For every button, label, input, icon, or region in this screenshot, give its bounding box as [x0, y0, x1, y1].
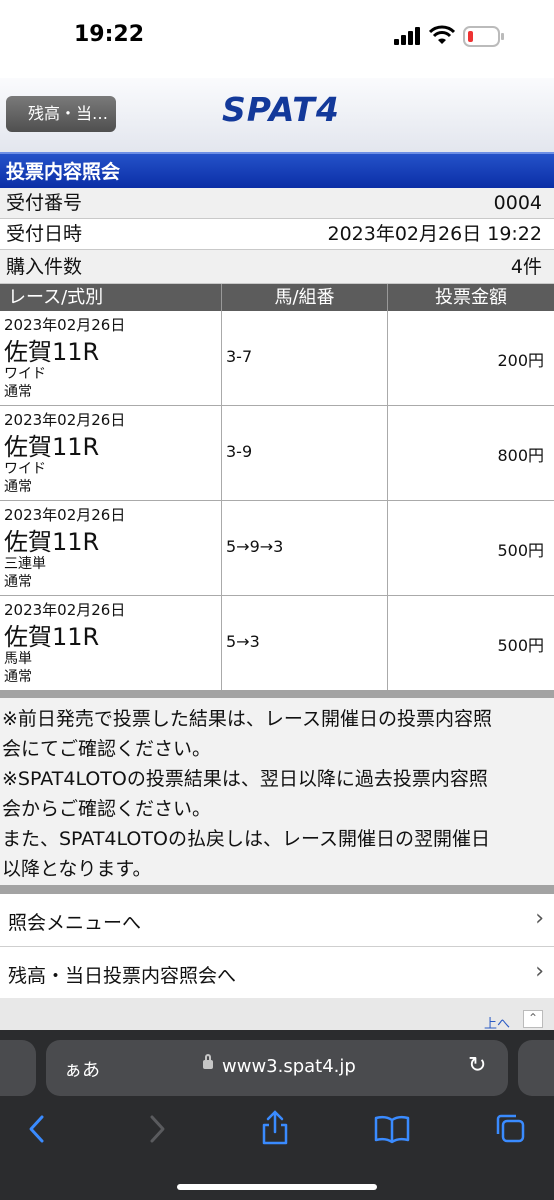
menu-label: 照会メニューへ — [8, 912, 142, 934]
combo-cell: 3-9 — [222, 406, 388, 500]
race-name: 佐賀11R — [4, 623, 100, 651]
url-text[interactable]: www3.spat4.jp — [222, 1056, 356, 1077]
race-name: 佐賀11R — [4, 338, 100, 366]
status-time: 19:22 — [74, 22, 145, 47]
bookmarks-icon[interactable] — [374, 1114, 410, 1144]
info-value: 0004 — [493, 192, 542, 214]
combo-cell: 5→9→3 — [222, 501, 388, 595]
race-cell: 2023年02月26日 佐賀11R 三連単 通常 — [0, 501, 222, 595]
menu-inquiry[interactable]: 照会メニューへ › — [0, 894, 554, 947]
combo-cell: 5→3 — [222, 596, 388, 690]
race-name: 佐賀11R — [4, 433, 100, 461]
amount-cell: 500円 — [388, 596, 554, 690]
table-header-amount: 投票金額 — [388, 284, 554, 311]
note-line: 会にてご確認ください。 — [2, 738, 212, 760]
page-title: 投票内容照会 — [0, 152, 554, 188]
table-header-combo: 馬/組番 — [222, 284, 388, 311]
next-tab-preview[interactable] — [518, 1040, 554, 1096]
home-indicator — [177, 1184, 377, 1190]
bet-mode: 通常 — [4, 669, 32, 685]
amount-cell: 200円 — [388, 311, 554, 405]
table-row: 2023年02月26日 佐賀11R ワイド 通常 3-9 800円 — [0, 406, 554, 501]
table-header-race: レース/式別 — [0, 284, 222, 311]
bet-type: 三連単 — [4, 556, 46, 572]
amount: 800円 — [497, 446, 544, 465]
race-name: 佐賀11R — [4, 528, 100, 556]
combo: 5→3 — [226, 632, 260, 651]
menu-balance-inquiry[interactable]: 残高・当日投票内容照会へ › — [0, 947, 554, 1000]
table-row: 2023年02月26日 佐賀11R 馬単 通常 5→3 500円 — [0, 596, 554, 691]
note-line: また、SPAT4LOTOの払戻しは、レース開催日の翌開催日 — [2, 828, 490, 850]
back-arrow-icon[interactable] — [26, 1114, 48, 1144]
divider — [0, 885, 554, 894]
info-row-receipt-datetime: 受付日時 2023年02月26日 19:22 — [0, 219, 554, 250]
divider — [0, 690, 554, 698]
signal-icon — [394, 27, 420, 45]
reload-icon[interactable]: ↻ — [468, 1053, 486, 1078]
info-label: 受付日時 — [6, 223, 83, 245]
amount-cell: 500円 — [388, 501, 554, 595]
info-row-receipt-number: 受付番号 0004 — [0, 188, 554, 219]
bet-mode: 通常 — [4, 574, 32, 590]
scroll-top-icon[interactable]: ⌃ — [523, 1010, 543, 1028]
race-cell: 2023年02月26日 佐賀11R 馬単 通常 — [0, 596, 222, 690]
race-cell: 2023年02月26日 佐賀11R ワイド 通常 — [0, 311, 222, 405]
forward-arrow-icon — [150, 1115, 165, 1143]
amount-cell: 800円 — [388, 406, 554, 500]
page-footer — [0, 998, 554, 1030]
amount: 500円 — [497, 541, 544, 560]
race-cell: 2023年02月26日 佐賀11R ワイド 通常 — [0, 406, 222, 500]
combo-cell: 3-7 — [222, 311, 388, 405]
table-row: 2023年02月26日 佐賀11R ワイド 通常 3-7 200円 — [0, 311, 554, 406]
prev-tab-preview[interactable] — [0, 1040, 36, 1096]
battery-icon — [463, 26, 504, 47]
bet-mode: 通常 — [4, 479, 32, 495]
note-line: ※前日発売で投票した結果は、レース開催日の投票内容照 — [2, 708, 492, 730]
back-button[interactable]: 残高・当… — [6, 96, 116, 132]
amount: 200円 — [497, 351, 544, 370]
tabs-icon[interactable] — [494, 1112, 526, 1144]
chevron-right-icon: › — [535, 959, 544, 984]
amount: 500円 — [497, 636, 544, 655]
combo: 5→9→3 — [226, 537, 284, 556]
note-line: ※SPAT4LOTOの投票結果は、翌日以降に過去投票内容照 — [2, 768, 488, 790]
share-icon[interactable] — [260, 1110, 290, 1146]
note-line: 会からご確認ください。 — [2, 798, 212, 820]
info-value: 4件 — [510, 256, 542, 278]
table-row: 2023年02月26日 佐賀11R 三連単 通常 5→9→3 500円 — [0, 501, 554, 596]
wifi-icon — [429, 25, 455, 44]
info-label: 受付番号 — [6, 192, 83, 214]
spat4-logo: SPAT4 — [222, 90, 340, 129]
info-value: 2023年02月26日 19:22 — [327, 223, 542, 245]
combo: 3-7 — [226, 347, 253, 366]
lock-icon — [203, 1054, 213, 1069]
combo: 3-9 — [226, 442, 253, 461]
bet-type: ワイド — [4, 461, 46, 477]
info-label: 購入件数 — [6, 256, 83, 278]
note-line: 以降となります。 — [2, 858, 152, 880]
bet-type: ワイド — [4, 366, 46, 382]
bet-mode: 通常 — [4, 384, 32, 400]
menu-label: 残高・当日投票内容照会へ — [8, 965, 237, 987]
bet-type: 馬単 — [4, 651, 32, 667]
info-row-purchase-count: 購入件数 4件 — [0, 250, 554, 284]
text-size-button[interactable]: ぁあ — [64, 1056, 100, 1082]
chevron-right-icon: › — [535, 906, 544, 931]
